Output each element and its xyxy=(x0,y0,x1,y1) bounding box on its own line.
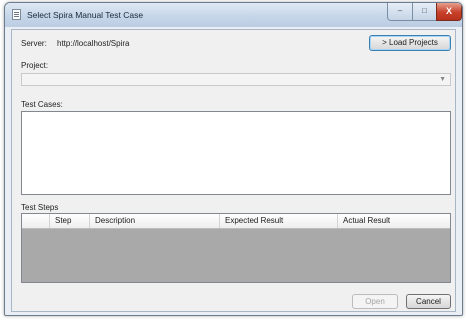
test-steps-grid[interactable]: Step Description Expected Result Actual … xyxy=(21,213,451,283)
test-steps-grid-header: Step Description Expected Result Actual … xyxy=(22,214,450,229)
app-icon xyxy=(12,9,21,20)
title-bar[interactable]: Select Spira Manual Test Case – □ X xyxy=(5,3,462,27)
load-projects-button[interactable]: > Load Projects xyxy=(369,35,451,51)
column-header-step[interactable]: Step xyxy=(50,214,90,228)
open-button[interactable]: Open xyxy=(352,294,398,309)
minimize-button[interactable]: – xyxy=(387,3,413,21)
close-button[interactable]: X xyxy=(436,3,462,21)
server-label: Server: xyxy=(21,39,47,48)
chevron-down-icon[interactable]: ▼ xyxy=(439,76,446,83)
dialog-window: Select Spira Manual Test Case – □ X Serv… xyxy=(4,2,463,316)
test-steps-label: Test Steps xyxy=(21,203,59,212)
cancel-button[interactable]: Cancel xyxy=(406,294,451,309)
server-url: http://localhost/Spira xyxy=(57,39,130,48)
project-dropdown[interactable]: ▼ xyxy=(21,73,451,86)
column-header-row-selector[interactable] xyxy=(22,214,50,228)
column-header-actual-result[interactable]: Actual Result xyxy=(338,214,450,228)
project-label: Project: xyxy=(21,61,49,70)
column-header-expected-result[interactable]: Expected Result xyxy=(220,214,338,228)
test-cases-label: Test Cases: xyxy=(21,100,63,109)
window-title: Select Spira Manual Test Case xyxy=(27,10,144,20)
maximize-button[interactable]: □ xyxy=(412,3,437,21)
dialog-content: Server: http://localhost/Spira > Load Pr… xyxy=(11,29,456,312)
column-header-description[interactable]: Description xyxy=(90,214,220,228)
test-cases-list[interactable] xyxy=(21,111,451,195)
